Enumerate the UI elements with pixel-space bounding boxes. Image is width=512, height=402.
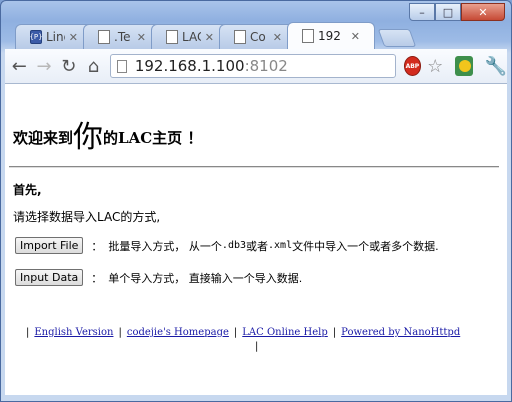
url-port: :8102 xyxy=(244,57,288,75)
tab-co[interactable]: Co ✕ xyxy=(219,24,297,49)
maximize-button[interactable]: □ xyxy=(435,3,461,21)
separator: | xyxy=(233,327,238,338)
page-icon xyxy=(116,59,127,73)
tab-close-icon[interactable]: ✕ xyxy=(69,31,78,44)
import-file-desc-end: 文件中导入一个或者多个数据. xyxy=(292,239,439,253)
xml-ext: .xml xyxy=(268,240,293,251)
bookmark-star-icon[interactable]: ☆ xyxy=(427,56,443,77)
page-icon xyxy=(166,30,178,44)
nanohttpd-link[interactable]: Powered by NanoHttpd xyxy=(341,327,460,338)
input-data-button[interactable]: Input Data xyxy=(15,269,84,286)
choose-instruction: 请选择数据导入LAC的方式, xyxy=(13,210,161,224)
page-title: 欢迎来到你的LAC主页 ！ xyxy=(13,112,202,156)
tab-close-icon[interactable]: ✕ xyxy=(351,30,360,43)
minimize-button[interactable]: – xyxy=(409,3,435,21)
welcome-text-after: 的LAC主页 ！ xyxy=(103,129,203,147)
colon: ： xyxy=(91,271,103,285)
footer-links: | English Version | codejie's Homepage |… xyxy=(21,327,460,352)
colon: ： xyxy=(91,239,103,253)
tab-close-icon[interactable]: ✕ xyxy=(273,31,282,44)
new-tab-button[interactable] xyxy=(377,29,417,47)
tab-ling[interactable]: {P} Ling ✕ xyxy=(15,24,93,49)
tab-close-icon[interactable]: ✕ xyxy=(137,31,146,44)
import-file-desc-or: 或者 xyxy=(246,239,269,253)
home-icon[interactable]: ⌂ xyxy=(83,54,104,78)
welcome-text-before: 欢迎来到 xyxy=(13,129,74,147)
page-icon xyxy=(98,30,110,44)
url-host: 192.168.1.100 xyxy=(134,57,245,75)
browser-toolbar: ← → ↻ ⌂ 192.168.1.100 :8102 ABP ☆ 🔧 xyxy=(5,49,507,84)
input-data-desc: 单个导入方式， 直接输入一个导入数据. xyxy=(108,271,303,285)
adblock-plus-icon[interactable]: ABP xyxy=(403,56,422,76)
tab-label: LAC xyxy=(182,30,201,44)
window-controls: – □ ✕ xyxy=(409,3,505,21)
english-version-link[interactable]: English Version xyxy=(34,327,113,338)
online-help-link[interactable]: LAC Online Help xyxy=(242,327,328,338)
db3-ext: .db3 xyxy=(221,240,247,251)
forward-arrow-icon[interactable]: → xyxy=(34,54,55,78)
page-icon xyxy=(234,30,246,44)
browser-window: – □ ✕ {P} Ling ✕ .Te ✕ LAC ✕ Co ✕ 192 ✕ xyxy=(0,0,512,402)
import-file-row: Import File ： 批量导入方式， 从一个 .db3 或者 .xml 文件中导入… xyxy=(15,237,439,254)
tab-label: Co xyxy=(250,30,266,44)
tab-lac[interactable]: LAC ✕ xyxy=(151,24,229,49)
tab-label: Ling xyxy=(46,30,65,44)
tab-close-icon[interactable]: ✕ xyxy=(205,31,214,44)
page-icon xyxy=(302,29,314,43)
tab-label: .Te xyxy=(114,30,131,44)
tab-active-192[interactable]: 192 ✕ xyxy=(287,22,375,49)
page-content: 欢迎来到你的LAC主页 ！ 首先, 请选择数据导入LAC的方式, Import … xyxy=(5,84,507,395)
horizontal-rule xyxy=(9,166,499,168)
welcome-text-big: 你 xyxy=(73,120,104,155)
reload-icon[interactable]: ↻ xyxy=(58,54,79,78)
back-arrow-icon[interactable]: ← xyxy=(9,54,30,78)
tab-favicon-icon: {P} xyxy=(29,30,43,44)
tab-strip: {P} Ling ✕ .Te ✕ LAC ✕ Co ✕ 192 ✕ xyxy=(15,22,417,49)
close-window-button[interactable]: ✕ xyxy=(461,3,505,21)
input-data-row: Input Data ： 单个导入方式， 直接输入一个导入数据. xyxy=(15,269,302,286)
tab-te[interactable]: .Te ✕ xyxy=(83,24,161,49)
address-bar[interactable]: 192.168.1.100 :8102 xyxy=(109,54,396,78)
separator: | xyxy=(332,327,337,338)
extension-icon[interactable] xyxy=(455,56,473,76)
import-file-button[interactable]: Import File xyxy=(15,237,84,254)
import-file-desc: 批量导入方式， 从一个 xyxy=(108,239,222,253)
wrench-menu-icon[interactable]: 🔧 xyxy=(485,56,507,77)
first-heading: 首先, xyxy=(13,183,42,197)
tab-label: 192 xyxy=(318,29,341,43)
separator: | xyxy=(118,327,122,338)
separator: | xyxy=(255,341,259,352)
homepage-link[interactable]: codejie's Homepage xyxy=(127,327,229,338)
separator: | xyxy=(26,327,30,338)
